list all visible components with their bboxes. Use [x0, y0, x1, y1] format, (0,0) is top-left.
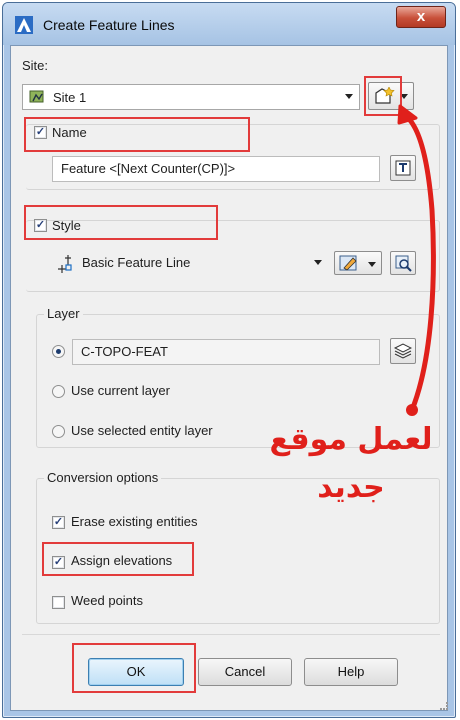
chevron-down-icon: [314, 260, 322, 265]
style-label: Style: [52, 218, 81, 233]
use-selected-entity-layer-label[interactable]: Use selected entity layer: [71, 423, 213, 438]
annotation-line-2: جديد: [317, 470, 385, 505]
weed-points-checkbox[interactable]: [52, 596, 65, 609]
divider: [22, 634, 440, 635]
weed-points-label[interactable]: Weed points: [71, 593, 143, 608]
annotation-line-1: لعمل موقع: [269, 422, 433, 457]
autocad-civil-app-icon: [15, 16, 33, 34]
select-layer-button[interactable]: [390, 338, 416, 364]
ok-button[interactable]: OK: [88, 658, 184, 686]
site-value: Site 1: [53, 90, 87, 105]
name-template-icon: [395, 160, 411, 176]
use-current-layer-label[interactable]: Use current layer: [71, 383, 170, 398]
style-preview-button[interactable]: [390, 251, 416, 275]
layer-group-label: Layer: [44, 306, 83, 321]
title-bar[interactable]: Create Feature Lines: [3, 3, 455, 45]
cancel-button[interactable]: Cancel: [198, 658, 292, 686]
edit-name-template-button[interactable]: [390, 155, 416, 181]
annotation-text: لعمل موقع جديد: [256, 420, 446, 508]
assign-elevations-label[interactable]: Assign elevations: [71, 553, 172, 568]
chevron-down-icon[interactable]: [368, 262, 376, 267]
erase-existing-checkbox[interactable]: ✓: [52, 516, 65, 529]
close-button[interactable]: x: [396, 6, 446, 28]
layers-icon: [394, 343, 412, 359]
site-icon: [29, 90, 44, 103]
conversion-options-label: Conversion options: [44, 470, 162, 485]
style-edit-button[interactable]: [334, 251, 382, 275]
site-label: Site:: [22, 58, 49, 73]
style-checkbox[interactable]: ✓: [34, 219, 47, 232]
feature-line-style-icon: [58, 255, 72, 273]
name-checkbox[interactable]: ✓: [34, 126, 47, 139]
chevron-down-icon: [345, 94, 353, 99]
layer-radio-named[interactable]: [52, 345, 65, 358]
layer-radio-current[interactable]: [52, 385, 65, 398]
edit-style-icon: [339, 255, 357, 271]
style-dropdown[interactable]: Basic Feature Line: [52, 250, 328, 276]
help-button[interactable]: Help: [304, 658, 398, 686]
highlight-box-create-site: [364, 76, 402, 116]
style-value: Basic Feature Line: [82, 255, 191, 270]
erase-existing-label[interactable]: Erase existing entities: [71, 514, 197, 529]
layer-name-field[interactable]: C-TOPO-FEAT: [72, 339, 380, 365]
name-label: Name: [52, 125, 87, 140]
resize-grip[interactable]: [440, 702, 448, 710]
name-template-field[interactable]: Feature <[Next Counter(CP)]>: [52, 156, 380, 182]
magnifier-icon: [395, 255, 412, 272]
window-title: Create Feature Lines: [43, 17, 175, 33]
layer-radio-entity[interactable]: [52, 425, 65, 438]
assign-elevations-checkbox[interactable]: ✓: [52, 556, 65, 569]
site-dropdown[interactable]: Site 1: [22, 84, 360, 110]
